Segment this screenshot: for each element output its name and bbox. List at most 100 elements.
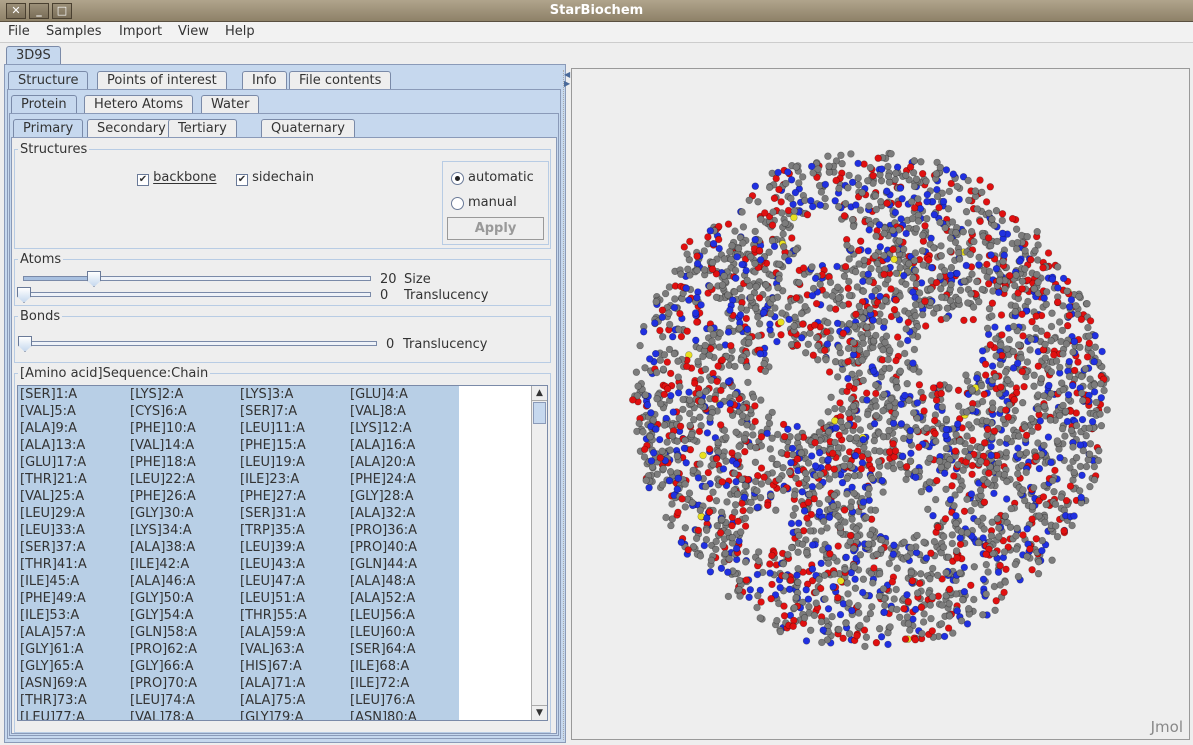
sequence-item[interactable]: [GLY]65:A [20,659,84,674]
sequence-item[interactable]: [SER]1:A [20,387,77,402]
sequence-item[interactable]: [LEU]47:A [240,574,305,589]
sequence-item[interactable]: [LEU]74:A [130,693,195,708]
sequence-item[interactable]: [ALA]71:A [240,676,305,691]
sequence-item[interactable]: [GLN]58:A [130,625,197,640]
menu-view[interactable]: View [178,24,209,39]
sequence-item[interactable]: [PHE]24:A [350,472,416,487]
sequence-item[interactable]: [PRO]70:A [130,676,197,691]
sequence-item[interactable]: [THR]55:A [240,608,307,623]
sequence-item[interactable]: [PRO]40:A [350,540,417,555]
sequence-item[interactable]: [GLY]79:A [240,710,304,720]
automatic-radio[interactable] [451,172,464,185]
sequence-item[interactable]: [VAL]14:A [130,438,194,453]
sequence-item[interactable]: [PHE]15:A [240,438,306,453]
sequence-item[interactable]: [LEU]51:A [240,591,305,606]
sequence-item[interactable]: [LEU]43:A [240,557,305,572]
scroll-thumb[interactable] [533,402,546,424]
sequence-item[interactable]: [LYS]2:A [130,387,183,402]
sequence-item[interactable]: [VAL]63:A [240,642,304,657]
sequence-item[interactable]: [ALA]16:A [350,438,415,453]
sequence-item[interactable]: [ASN]69:A [20,676,87,691]
sequence-item[interactable]: [GLY]61:A [20,642,84,657]
sequence-item[interactable]: [SER]37:A [20,540,85,555]
atom-size-slider[interactable] [23,276,371,281]
sequence-item[interactable]: [ILE]42:A [130,557,189,572]
sequence-item[interactable]: [LEU]56:A [350,608,415,623]
menu-import[interactable]: Import [119,24,162,39]
apply-button[interactable]: Apply [447,217,544,240]
sequence-item[interactable]: [CYS]6:A [130,404,187,419]
sequence-item[interactable]: [GLY]50:A [130,591,194,606]
atom-translucency-slider[interactable] [23,292,371,297]
tab-points-of-interest[interactable]: Points of interest [97,71,227,90]
backbone-checkbox[interactable]: ✔ backbone [137,170,216,186]
sequence-item[interactable]: [VAL]25:A [20,489,84,504]
sequence-item[interactable]: [ALA]38:A [130,540,195,555]
sequence-item[interactable]: [THR]21:A [20,472,87,487]
bond-translucency-slider[interactable] [23,341,377,346]
tab-quaternary[interactable]: Quaternary [261,119,355,138]
split-divider[interactable]: ◀ ▶ [563,70,570,740]
sequence-item[interactable]: [ASN]80:A [350,710,417,720]
tab-secondary[interactable]: Secondary [87,119,176,138]
tab-3d9s[interactable]: 3D9S [6,46,61,65]
tab-protein[interactable]: Protein [11,95,77,114]
sequence-item[interactable]: [ILE]23:A [240,472,299,487]
sequence-item[interactable]: [PHE]49:A [20,591,86,606]
sequence-item[interactable]: [ALA]48:A [350,574,415,589]
sequence-item[interactable]: [ALA]52:A [350,591,415,606]
sequence-item[interactable]: [THR]73:A [20,693,87,708]
sequence-item[interactable]: [GLU]4:A [350,387,408,402]
sequence-item[interactable]: [LEU]33:A [20,523,85,538]
manual-radio[interactable] [451,197,464,210]
sequence-item[interactable]: [ALA]13:A [20,438,85,453]
sequence-item[interactable]: [LEU]19:A [240,455,305,470]
tab-tertiary[interactable]: Tertiary [168,119,237,138]
tab-file-contents[interactable]: File contents [289,71,392,90]
sequence-item[interactable]: [VAL]5:A [20,404,76,419]
sequence-list[interactable]: [SER]1:A [LYS]2:A [LYS]3:A [GLU]4:A [VAL]5:A… [17,385,548,721]
sequence-item[interactable]: [SER]7:A [240,404,297,419]
sequence-item[interactable]: [LYS]3:A [240,387,293,402]
sequence-item[interactable]: [ALA]46:A [130,574,195,589]
sequence-item[interactable]: [PHE]10:A [130,421,196,436]
sequence-item[interactable]: [SER]31:A [240,506,305,521]
vertical-scrollbar[interactable]: ▲ ▼ [531,386,547,720]
sequence-item[interactable]: [GLN]44:A [350,557,417,572]
sequence-item[interactable]: [LEU]77:A [20,710,85,720]
sequence-item[interactable]: [ALA]20:A [350,455,415,470]
jmol-viewer[interactable]: Jmol [571,68,1190,740]
sequence-item[interactable]: [LEU]76:A [350,693,415,708]
sequence-item[interactable]: [ALA]57:A [20,625,85,640]
scroll-down-icon[interactable]: ▼ [532,705,547,720]
tab-primary[interactable]: Primary [13,119,84,138]
sequence-item[interactable]: [LYS]12:A [350,421,412,436]
tab-water[interactable]: Water [201,95,260,114]
sequence-item[interactable]: [PRO]36:A [350,523,417,538]
sequence-item[interactable]: [LEU]11:A [240,421,305,436]
sequence-item[interactable]: [ALA]32:A [350,506,415,521]
sequence-item[interactable]: [VAL]8:A [350,404,406,419]
sequence-item[interactable]: [PHE]27:A [240,489,306,504]
tab-info[interactable]: Info [242,71,287,90]
menu-samples[interactable]: Samples [46,24,102,39]
sequence-item[interactable]: [VAL]78:A [130,710,194,720]
sequence-item[interactable]: [HIS]67:A [240,659,302,674]
sequence-item[interactable]: [ALA]75:A [240,693,305,708]
sequence-item[interactable]: [PRO]62:A [130,642,197,657]
sequence-item[interactable]: [LEU]22:A [130,472,195,487]
sequence-item[interactable]: [GLY]66:A [130,659,194,674]
sequence-item[interactable]: [PHE]18:A [130,455,196,470]
sequence-item[interactable]: [LYS]34:A [130,523,192,538]
sequence-item[interactable]: [GLU]17:A [20,455,86,470]
sequence-item[interactable]: [ILE]68:A [350,659,409,674]
sequence-item[interactable]: [PHE]26:A [130,489,196,504]
sequence-item[interactable]: [THR]41:A [20,557,87,572]
menu-help[interactable]: Help [225,24,255,39]
sequence-item[interactable]: [ALA]9:A [20,421,77,436]
sequence-item[interactable]: [GLY]30:A [130,506,194,521]
sequence-item[interactable]: [ILE]72:A [350,676,409,691]
sequence-item[interactable]: [LEU]29:A [20,506,85,521]
sequence-item[interactable]: [ALA]59:A [240,625,305,640]
sequence-item[interactable]: [LEU]39:A [240,540,305,555]
